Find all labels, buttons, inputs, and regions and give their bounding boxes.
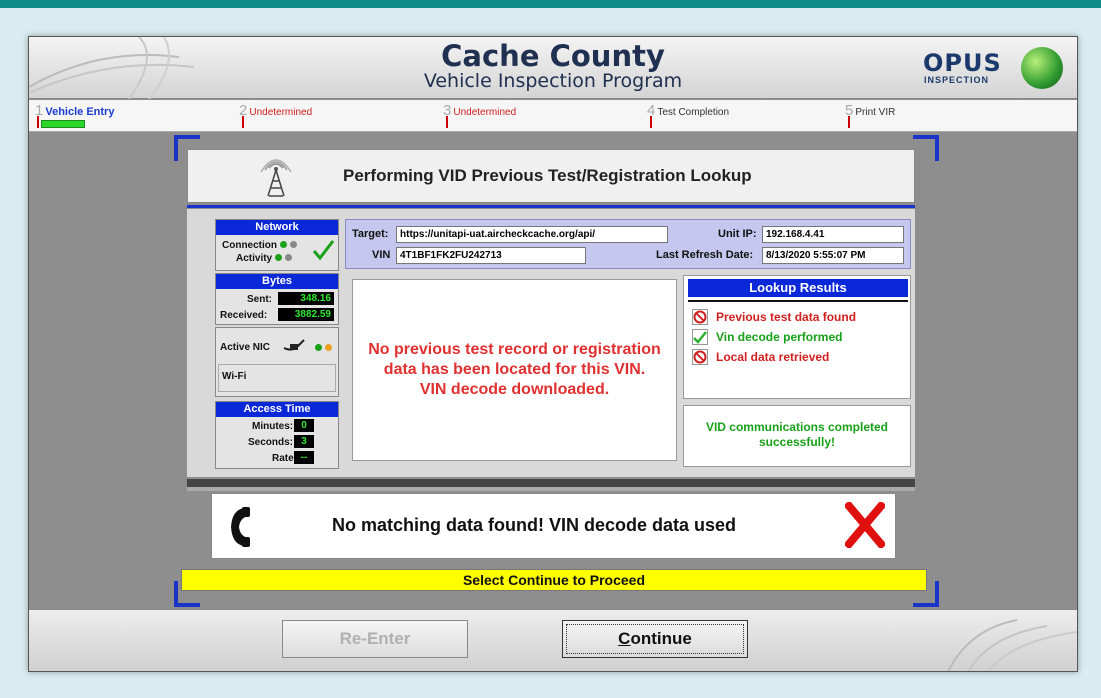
vin-label: VIN — [372, 249, 391, 261]
app-header: Cache County Vehicle Inspection Program … — [29, 37, 1077, 99]
step-3: 3 Undetermined — [443, 102, 517, 119]
globe-icon — [1021, 47, 1063, 89]
content-area: Network Connection Activity Bytes Sent: … — [187, 209, 915, 477]
step-marker — [650, 116, 652, 128]
step-test-completion: 4 Test Completion — [647, 102, 730, 119]
target-label: Target: — [352, 228, 389, 240]
seconds-value: 3 — [294, 435, 314, 448]
button-footer: Re-Enter Continue — [29, 609, 1077, 671]
logo-text: OPUS — [923, 49, 1002, 77]
lookup-results-header: Lookup Results — [688, 279, 908, 297]
error-x-icon — [845, 502, 885, 548]
continue-button[interactable]: Continue — [562, 620, 748, 658]
lookup-results-panel: Lookup Results Previous test data found … — [683, 275, 911, 399]
nic-activity-dot — [325, 344, 332, 351]
connection-dot — [280, 241, 287, 248]
result-notice-box: No matching data found! VIN decode data … — [211, 493, 896, 559]
nic-name: Wi-Fi — [222, 371, 247, 382]
received-value: 3882.59 — [278, 308, 334, 321]
continue-label: Continue — [618, 629, 692, 648]
vin-field: 4T1BF1FK2FU242713 — [396, 247, 586, 264]
corner-bracket — [913, 135, 939, 161]
unit-ip-label: Unit IP: — [718, 228, 757, 240]
nic-status-dot — [315, 344, 322, 351]
connection-label: Connection — [222, 240, 297, 251]
step-2: 2 Undetermined — [239, 102, 313, 119]
received-label: Received: — [220, 310, 268, 321]
lookup-message-box: No previous test record or registration … — [352, 279, 677, 461]
bytes-header: Bytes — [216, 274, 338, 289]
title-divider — [187, 205, 915, 208]
proceed-prompt: Select Continue to Proceed — [181, 569, 927, 591]
continue-label-rest: ontinue — [630, 629, 692, 648]
logo-subtext: INSPECTION — [924, 75, 990, 85]
checkmark-icon — [692, 329, 708, 345]
opus-logo: OPUS INSPECTION — [923, 47, 1063, 89]
nic-name-box: Wi-Fi — [218, 364, 336, 392]
panel-title: Performing VID Previous Test/Registratio… — [343, 166, 752, 185]
radio-tower-icon — [260, 159, 292, 197]
section-divider-light — [187, 487, 915, 491]
sent-value: 348.16 — [278, 292, 334, 305]
workflow-steps: 1 Vehicle Entry 2 Undetermined 3 Undetermin… — [29, 100, 1077, 132]
last-refresh-field: 8/13/2020 5:55:07 PM — [762, 247, 904, 264]
top-accent-bar — [0, 0, 1101, 8]
lookup-message: No previous test record or registration … — [353, 340, 676, 400]
nic-box: Active NIC Wi-Fi — [215, 327, 339, 397]
continue-accelerator: C — [618, 629, 631, 648]
message-line-1: No previous test record or registration — [368, 341, 661, 358]
unit-ip-field: 192.168.4.41 — [762, 226, 904, 243]
minutes-value: 0 — [294, 419, 314, 432]
step-marker — [848, 116, 850, 128]
bytes-box: Bytes Sent: 348.16 Received: 3882.59 — [215, 273, 339, 325]
message-line-2: data has been located for this VIN. — [383, 361, 646, 378]
status-line-1: VID communications completed — [705, 420, 889, 434]
network-box: Network Connection Activity — [215, 219, 339, 271]
minutes-label: Minutes: — [252, 421, 294, 432]
network-sidebar: Network Connection Activity Bytes Sent: … — [215, 219, 339, 469]
activity-label: Activity — [236, 253, 293, 264]
decorative-swirl — [947, 619, 1077, 671]
app-subtitle: Vehicle Inspection Program — [423, 70, 683, 92]
rate-value: -- — [294, 451, 314, 464]
activity-dot-idle — [285, 254, 293, 261]
checkmark-icon — [312, 240, 335, 261]
prohibited-icon — [692, 309, 708, 325]
app-window: Cache County Vehicle Inspection Program … — [28, 36, 1078, 672]
communication-status: VID communications completed successfull… — [684, 420, 910, 450]
results-divider — [688, 300, 908, 302]
phone-icon — [231, 507, 250, 547]
sent-label: Sent: — [247, 294, 272, 305]
network-header: Network — [216, 220, 338, 235]
target-field: https://unitapi-uat.aircheckcache.org/ap… — [396, 226, 668, 243]
connection-dot-idle — [290, 241, 297, 248]
activity-dot — [275, 254, 283, 261]
connection-info-panel: Target: https://unitapi-uat.aircheckcach… — [345, 219, 911, 269]
network-cable-icon — [283, 339, 305, 351]
active-nic-label: Active NIC — [220, 342, 271, 353]
notice-text: No matching data found! VIN decode data … — [332, 515, 737, 535]
step-marker — [446, 116, 448, 128]
message-line-3: VIN decode downloaded. — [419, 381, 610, 398]
access-time-header: Access Time — [216, 402, 338, 417]
step-marker — [242, 116, 244, 128]
last-refresh-label: Last Refresh Date: — [656, 249, 754, 261]
step-print-vir: 5 Print VIR — [845, 102, 896, 119]
step-marker — [37, 116, 39, 128]
re-enter-button[interactable]: Re-Enter — [282, 620, 468, 658]
step-vehicle-entry: 1 Vehicle Entry — [35, 102, 115, 119]
communication-status-box: VID communications completed successfull… — [683, 405, 911, 467]
progress-bar — [41, 120, 85, 128]
seconds-label: Seconds: — [248, 437, 294, 448]
status-line-2: successfully! — [758, 435, 836, 449]
prohibited-icon — [692, 349, 708, 365]
section-divider — [187, 479, 915, 487]
access-time-box: Access Time Minutes: 0 Seconds: 3 Rate: … — [215, 401, 339, 469]
app-title: Cache County — [441, 39, 665, 73]
lookup-title-panel: Performing VID Previous Test/Registratio… — [187, 149, 915, 203]
